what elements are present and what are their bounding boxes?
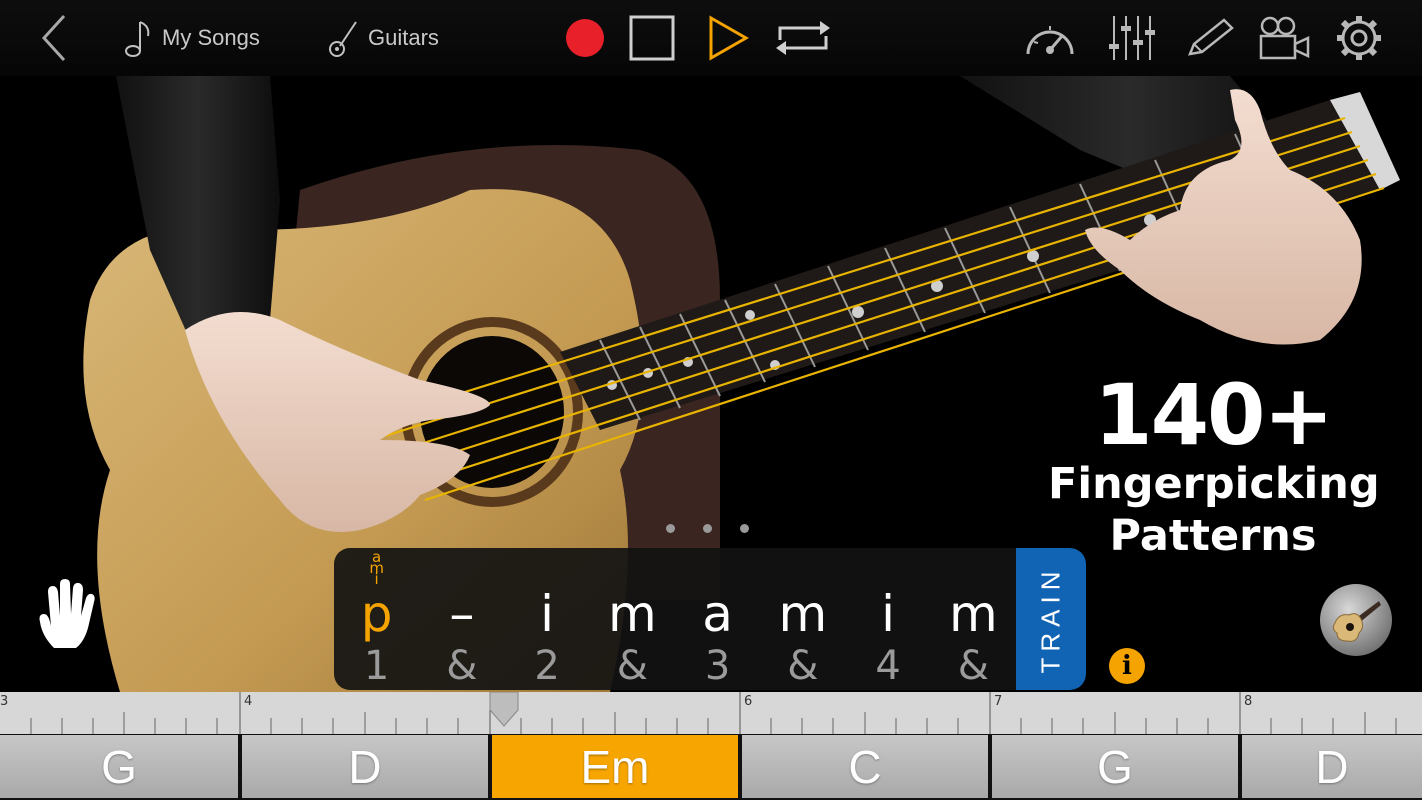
beat-label: 3 [704,643,731,689]
timeline-ruler[interactable]: 3 4 5 6 7 8 [0,692,1422,734]
guitar-icon [329,21,357,57]
promo-text: 140+ Fingerpicking Patterns [1048,366,1380,562]
acoustic-guitar-icon [1332,601,1381,642]
stop-icon [629,15,675,61]
beat-label: 1 [363,643,390,689]
pattern-cell[interactable]: a m i p 1 [334,548,419,690]
mixer-icon [1109,16,1155,60]
record-icon [566,19,604,57]
finger-label: m [949,585,998,643]
chord-block-active[interactable]: Em [492,735,738,798]
pattern-cell[interactable]: i 4 [846,548,931,690]
gear-icon [1337,16,1381,60]
chord-block[interactable]: G [0,735,238,798]
my-songs-label: My Songs [162,25,260,50]
video-camera-icon [1259,16,1310,60]
loop-icon [776,21,830,55]
bar-number: 8 [1244,694,1253,709]
guitar-select-button[interactable] [1320,584,1392,656]
beat-label: & [616,643,648,689]
guitars-button[interactable]: Guitars [328,0,439,76]
promo-headline: 140+ [1094,366,1334,464]
speedometer-icon [1026,26,1074,55]
play-icon [709,15,750,61]
beat-label: 2 [534,643,560,689]
finger-label: m [608,585,657,643]
promo-line-1: Fingerpicking [1048,459,1380,509]
playhead-marker[interactable] [488,692,520,728]
page-dot[interactable] [703,524,712,533]
page-dot[interactable] [666,524,675,533]
top-toolbar: My Songs Guitars [0,0,1422,76]
back-button[interactable] [34,0,74,76]
beat-label: & [446,643,478,689]
pattern-cell[interactable]: a 3 [675,548,760,690]
finger-label: p [360,585,393,643]
finger-label: i [540,585,555,643]
train-label: TRAIN [1035,565,1066,673]
chord-track: G D Em C G D [0,734,1422,800]
info-icon: i [1122,651,1132,681]
chord-block[interactable]: D [1242,735,1422,798]
finger-label: a [702,585,733,643]
page-indicator [666,524,749,533]
pattern-cell[interactable]: m & [931,548,1016,690]
loop-button[interactable] [772,0,834,76]
hand-toggle-button[interactable] [34,578,100,656]
tempo-button[interactable] [1022,0,1078,76]
bar-number: 7 [994,694,1003,709]
chord-block[interactable]: G [992,735,1238,798]
finger-label: i [881,585,896,643]
pattern-cell[interactable]: m & [590,548,675,690]
beat-label: & [957,643,989,689]
my-songs-button[interactable]: My Songs [124,0,260,76]
pattern-cells: a m i p 1 – & i 2 m & a 3 m & i 4 m & [334,548,1016,690]
pattern-cell[interactable]: m & [760,548,845,690]
stop-button[interactable] [628,0,676,76]
edit-button[interactable] [1184,0,1236,76]
page-dot[interactable] [740,524,749,533]
music-note-icon [125,21,150,57]
video-button[interactable] [1258,0,1312,76]
finger-label: – [449,585,475,643]
finger-label: m [778,585,828,643]
chevron-left-icon [41,14,66,62]
train-button[interactable]: TRAIN [1016,548,1086,690]
record-button[interactable] [564,0,606,76]
pencil-icon [1188,18,1234,56]
play-button[interactable] [706,0,750,76]
beat-label: 4 [875,643,901,689]
settings-button[interactable] [1334,0,1384,76]
pattern-cell[interactable]: i 2 [505,548,590,690]
mixer-button[interactable] [1106,0,1156,76]
info-button[interactable]: i [1109,648,1145,684]
bar-number: 3 [0,694,9,709]
chord-block[interactable]: D [242,735,488,798]
beat-label: & [787,643,819,689]
finger-stack: a m i [334,550,419,587]
promo-line-2: Patterns [1109,511,1317,561]
guitars-label: Guitars [368,25,439,50]
bar-number: 6 [744,694,753,709]
ruler-ticks [30,692,1397,734]
chord-block[interactable]: C [742,735,988,798]
hand-icon [39,579,95,648]
bar-number: 4 [244,694,253,709]
pattern-cell[interactable]: – & [419,548,504,690]
fingerpicking-pattern-panel: a m i p 1 – & i 2 m & a 3 m & i 4 m & TR… [334,548,1086,690]
